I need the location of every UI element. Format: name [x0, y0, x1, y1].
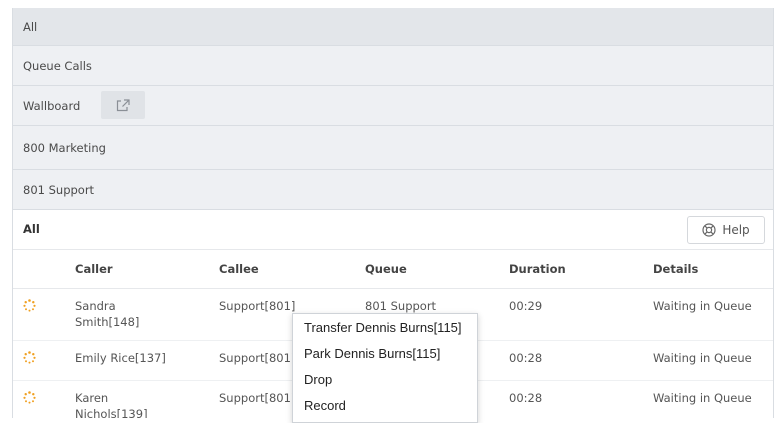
menu-item-drop[interactable]: Drop	[293, 367, 477, 393]
caller-cell: Emily Rice[137]	[75, 340, 219, 381]
section-title: All	[23, 222, 40, 236]
column-header-caller[interactable]: Caller	[75, 250, 219, 289]
details-cell: Waiting in Queue	[653, 380, 773, 418]
open-external-icon	[116, 98, 130, 111]
details-cell: Waiting in Queue	[653, 288, 773, 341]
spinner-icon	[23, 299, 36, 312]
nav-item-all[interactable]: All	[13, 8, 773, 46]
caller-cell: Karen Nichols[139]	[75, 380, 219, 418]
call-context-menu: Transfer Dennis Burns[115] Park Dennis B…	[292, 313, 478, 423]
menu-item-record[interactable]: Record	[293, 393, 477, 419]
duration-cell: 00:29	[509, 288, 653, 341]
lifebuoy-icon	[702, 223, 716, 237]
spinner-icon	[23, 391, 36, 404]
column-header-queue[interactable]: Queue	[365, 250, 509, 289]
column-header-details[interactable]: Details	[653, 250, 773, 289]
duration-cell: 00:28	[509, 380, 653, 418]
menu-item-transfer[interactable]: Transfer Dennis Burns[115]	[293, 315, 477, 341]
nav-item-wallboard[interactable]: Wallboard	[13, 86, 773, 126]
column-header-callee[interactable]: Callee	[219, 250, 365, 289]
open-external-button[interactable]	[101, 91, 145, 119]
spinner-icon	[23, 351, 36, 364]
help-button-label: Help	[722, 223, 750, 237]
help-button[interactable]: Help	[687, 216, 765, 244]
nav-item-label: 801 Support	[23, 183, 95, 197]
nav-item-queue-calls[interactable]: Queue Calls	[13, 46, 773, 86]
nav-item-label: All	[23, 20, 38, 34]
caller-cell: Sandra Smith[148]	[75, 288, 219, 341]
menu-item-park[interactable]: Park Dennis Burns[115]	[293, 341, 477, 367]
column-header-duration[interactable]: Duration	[509, 250, 653, 289]
nav-item-label: Wallboard	[23, 99, 81, 113]
nav-item-801-support[interactable]: 801 Support	[13, 170, 773, 210]
duration-cell: 00:28	[509, 340, 653, 381]
details-cell: Waiting in Queue	[653, 340, 773, 381]
table-header-row: Caller Callee Queue Duration Details	[13, 250, 773, 289]
nav-item-label: 800 Marketing	[23, 141, 106, 155]
nav-item-label: Queue Calls	[23, 59, 92, 73]
section-header: All Help	[13, 210, 773, 250]
nav-item-800-marketing[interactable]: 800 Marketing	[13, 126, 773, 170]
